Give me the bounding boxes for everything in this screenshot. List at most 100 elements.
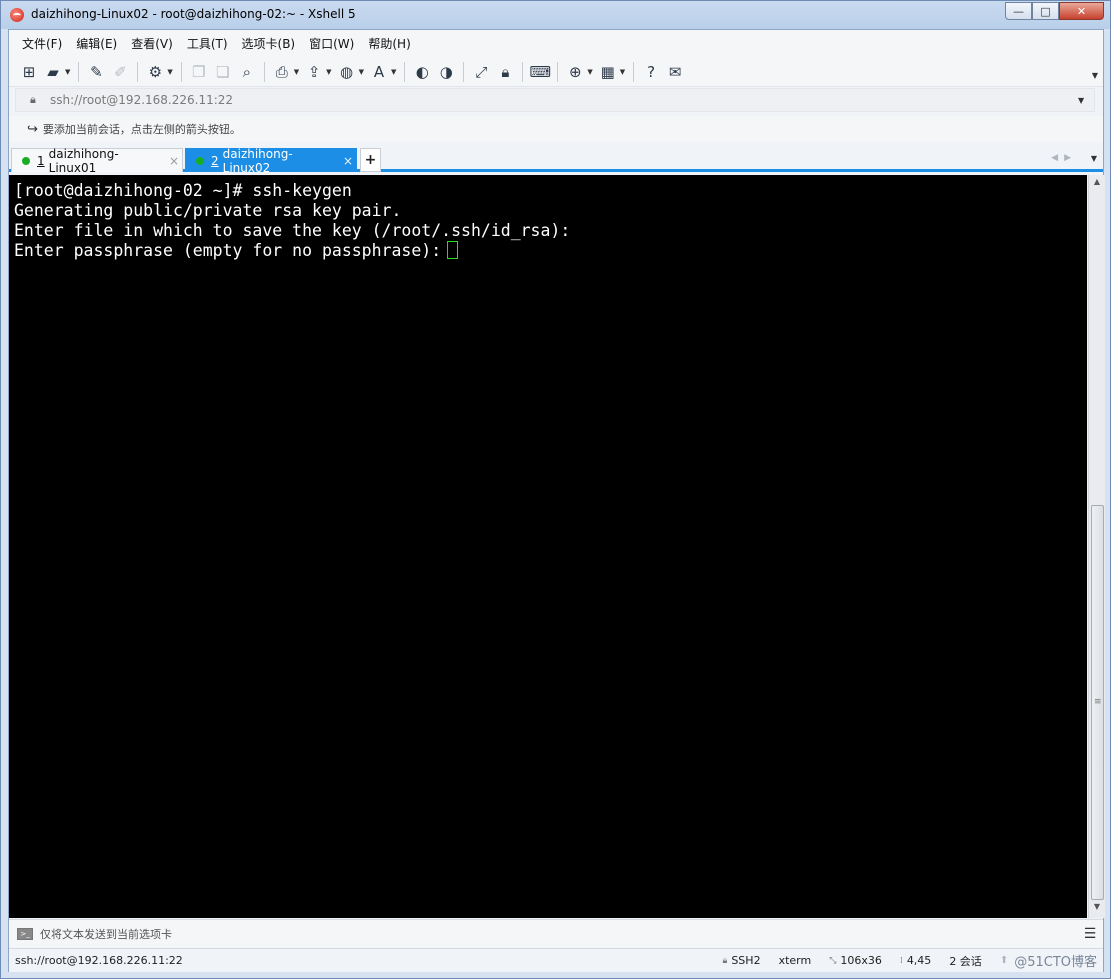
connected-status-icon bbox=[196, 156, 204, 165]
encoding-dropdown-icon[interactable]: ▼ bbox=[359, 68, 364, 76]
status-terminal-type: xterm bbox=[778, 954, 812, 967]
paste-icon[interactable]: ❏ bbox=[213, 62, 233, 82]
toolbar-separator bbox=[263, 61, 265, 82]
status-connection: ssh://root@192.168.226.11:22 bbox=[15, 954, 183, 967]
toolbar-separator bbox=[404, 61, 406, 82]
menu-help[interactable]: 帮助(H) bbox=[361, 35, 417, 52]
client-area: 文件(F) 编辑(E) 查看(V) 工具(T) 选项卡(B) 窗口(W) 帮助(… bbox=[8, 29, 1105, 972]
terminal-prompt-text: Enter passphrase (empty for no passphras… bbox=[14, 241, 442, 260]
terminal-line: Generating public/private rsa key pair. bbox=[14, 201, 402, 220]
compose-menu-icon[interactable]: ☰ bbox=[1077, 926, 1103, 942]
layout-icon[interactable]: ▦ bbox=[598, 62, 618, 82]
xshell-logo-icon bbox=[10, 8, 24, 22]
copy-icon[interactable]: ❐ bbox=[189, 62, 209, 82]
lock-screen-icon[interactable]: 🔒︎ bbox=[495, 62, 515, 82]
status-size: ⤡ 106x36 bbox=[829, 954, 882, 967]
toolbar-separator bbox=[522, 61, 524, 82]
toolbar-separator bbox=[463, 61, 465, 82]
terminal-cursor bbox=[447, 241, 459, 259]
toolbar: ⊞ ▰ ▼ ✎ ✐ ⚙ ▼ ❐ ❏ ⌕ ⎙ ▼ ⇪ ▼ ◍ ▼ A ▼ ◐ ◑ ⤢ 🔒︎ ⌨ bbox=[9, 57, 1103, 87]
open-dropdown-icon[interactable]: ▼ bbox=[65, 68, 70, 76]
status-arrows-icon: ⬆ bbox=[999, 955, 1009, 966]
fullscreen-icon[interactable]: ⤢ bbox=[471, 62, 491, 82]
print-dropdown-icon[interactable]: ▼ bbox=[294, 68, 299, 76]
new-tab-icon[interactable]: ⊕ bbox=[565, 62, 585, 82]
compose-bar[interactable]: >_ 仅将文本发送到当前选项卡 ☰ bbox=[9, 919, 1103, 947]
disconnect-icon[interactable]: ✐ bbox=[110, 62, 130, 82]
maximize-button[interactable]: □ bbox=[1032, 2, 1059, 20]
open-folder-icon[interactable]: ▰ bbox=[43, 62, 63, 82]
help-icon[interactable]: ? bbox=[641, 62, 661, 82]
properties-icon[interactable]: ⚙ bbox=[145, 62, 165, 82]
menu-edit[interactable]: 编辑(E) bbox=[69, 35, 124, 52]
keyboard-icon[interactable]: ⌨ bbox=[530, 62, 552, 82]
scroll-down-icon[interactable]: ▼ bbox=[1089, 902, 1105, 916]
terminal-line-prompt: Enter passphrase (empty for no passphras… bbox=[14, 241, 459, 261]
add-tab-button[interactable]: + bbox=[360, 148, 381, 172]
layout-dropdown-icon[interactable]: ▼ bbox=[620, 68, 625, 76]
encoding-globe-icon[interactable]: ◍ bbox=[337, 62, 357, 82]
tab-session-1[interactable]: 1 daizhihong-Linux01 × bbox=[11, 146, 183, 175]
reconnect-icon[interactable]: ✎ bbox=[86, 62, 106, 82]
terminal-line: Enter file in which to save the key (/ro… bbox=[14, 221, 571, 240]
menu-file[interactable]: 文件(F) bbox=[15, 35, 69, 52]
tab-label: daizhihong-Linux01 bbox=[48, 146, 119, 175]
xmanager-icon[interactable]: ◑ bbox=[436, 62, 456, 82]
status-size-text: 106x36 bbox=[840, 954, 882, 967]
font-dropdown-icon[interactable]: ▼ bbox=[391, 68, 396, 76]
session-hint-bar: ↪ 要添加当前会话，点击左侧的箭头按钮。 bbox=[9, 116, 1103, 142]
menu-view[interactable]: 查看(V) bbox=[124, 35, 180, 52]
print-icon[interactable]: ⎙ bbox=[272, 62, 292, 82]
terminal-view[interactable]: [root@daizhihong-02 ~]# ssh-keygen Gener… bbox=[9, 175, 1087, 918]
tab-label: daizhihong-Linux02 bbox=[222, 146, 293, 175]
toolbar-separator bbox=[557, 61, 559, 82]
watermark: @51CTO博客 bbox=[1014, 955, 1097, 970]
close-button[interactable]: ✕ bbox=[1059, 2, 1104, 20]
scroll-up-icon[interactable]: ▲ bbox=[1089, 177, 1105, 191]
tab-close-icon[interactable]: × bbox=[166, 154, 182, 168]
status-cursor: ⁞ 4,45 bbox=[900, 954, 931, 967]
address-input[interactable]: ssh://root@192.168.226.11:22 bbox=[50, 93, 1078, 107]
toolbar-separator bbox=[137, 61, 139, 82]
resize-icon: ⤡ bbox=[829, 955, 837, 966]
chat-icon[interactable]: ✉ bbox=[665, 62, 685, 82]
transfer-icon[interactable]: ⇪ bbox=[304, 62, 324, 82]
transfer-dropdown-icon[interactable]: ▼ bbox=[326, 68, 331, 76]
status-sessions: 2 会话 bbox=[949, 954, 982, 968]
tab-close-icon[interactable]: × bbox=[340, 154, 356, 168]
xftp-icon[interactable]: ◐ bbox=[412, 62, 432, 82]
toolbar-separator bbox=[180, 61, 182, 82]
status-protocol: 🔒︎ SSH2 bbox=[723, 954, 761, 967]
cursor-position-icon: ⁞ bbox=[899, 955, 903, 966]
title-bar[interactable]: daizhihong-Linux02 - root@daizhihong-02:… bbox=[1, 1, 1110, 29]
tab-number: 2 bbox=[211, 153, 219, 168]
address-bar[interactable]: 🔒︎ ssh://root@192.168.226.11:22 ▼ bbox=[15, 88, 1095, 112]
window-controls: — □ ✕ bbox=[1005, 2, 1104, 20]
tab-scroll-arrows-icon[interactable]: ◀▶ bbox=[1051, 153, 1077, 163]
find-icon[interactable]: ⌕ bbox=[237, 62, 257, 82]
new-session-icon[interactable]: ⊞ bbox=[19, 62, 39, 82]
tab-session-2[interactable]: 2 daizhihong-Linux02 × bbox=[185, 146, 357, 175]
compose-input[interactable]: 仅将文本发送到当前选项卡 bbox=[40, 926, 1077, 942]
terminal-scrollbar[interactable]: ▲ ≡ ▼ bbox=[1088, 175, 1105, 918]
toolbar-separator bbox=[78, 61, 80, 82]
scroll-grip-icon: ≡ bbox=[1094, 697, 1102, 707]
new-tab-dropdown-icon[interactable]: ▼ bbox=[587, 68, 592, 76]
status-cursor-text: 4,45 bbox=[906, 954, 932, 967]
menu-tabs[interactable]: 选项卡(B) bbox=[235, 35, 303, 52]
tab-list-dropdown-icon[interactable]: ▼ bbox=[1091, 154, 1097, 163]
terminal-line: [root@daizhihong-02 ~]# ssh-keygen bbox=[14, 181, 352, 200]
scroll-thumb[interactable]: ≡ bbox=[1091, 505, 1104, 900]
ssh-lock-icon: 🔒︎ bbox=[722, 955, 728, 966]
compose-icon[interactable]: >_ bbox=[17, 927, 33, 940]
properties-dropdown-icon[interactable]: ▼ bbox=[167, 68, 172, 76]
address-dropdown-icon[interactable]: ▼ bbox=[1078, 96, 1094, 105]
toolbar-overflow-icon[interactable]: ▼ bbox=[1092, 71, 1098, 80]
font-icon[interactable]: A bbox=[369, 62, 389, 82]
menu-tools[interactable]: 工具(T) bbox=[180, 35, 235, 52]
add-session-arrow-icon[interactable]: ↪ bbox=[27, 122, 38, 137]
minimize-button[interactable]: — bbox=[1005, 2, 1032, 20]
status-bar: ssh://root@192.168.226.11:22 🔒︎ SSH2 xter… bbox=[9, 948, 1103, 972]
menu-window[interactable]: 窗口(W) bbox=[302, 35, 361, 52]
xshell-window: daizhihong-Linux02 - root@daizhihong-02:… bbox=[0, 0, 1111, 979]
